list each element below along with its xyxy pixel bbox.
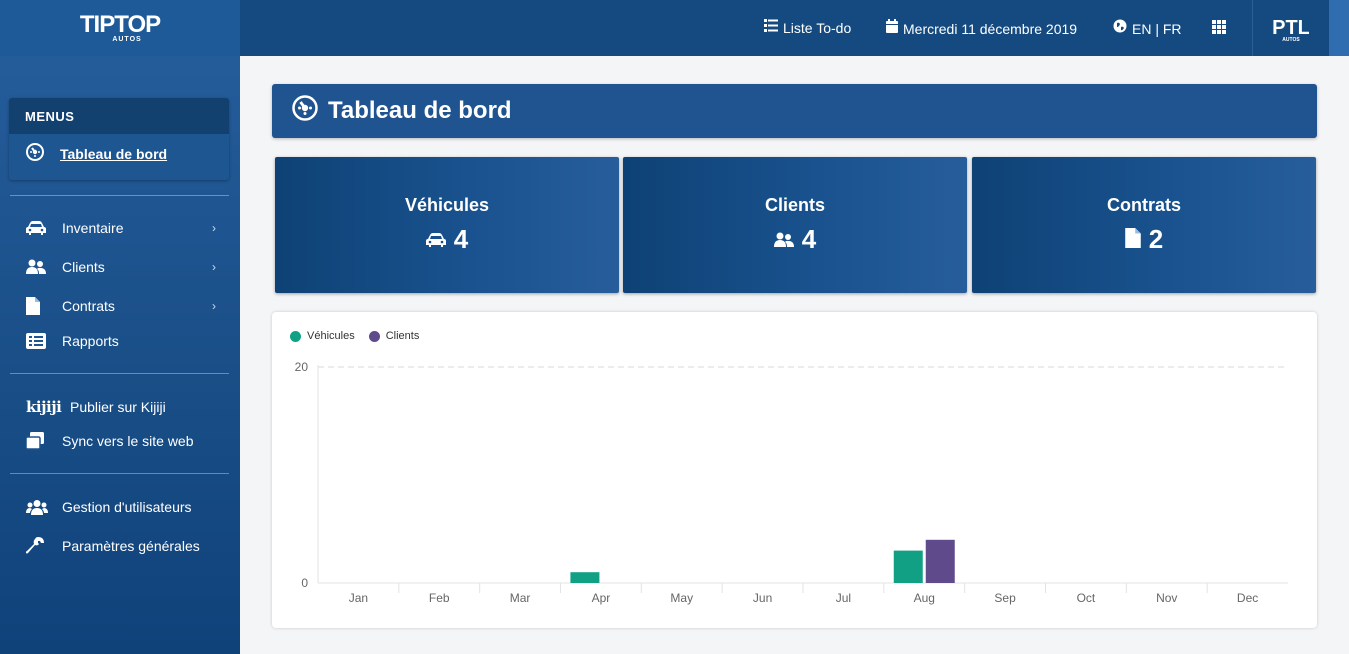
sidebar-item-sync[interactable]: Sync vers le site web xyxy=(26,432,216,450)
stat-card-value: 4 xyxy=(453,224,469,254)
chart-panel: Véhicules Clients 0 20 Jan Feb Mar Apr May Jun J… xyxy=(272,312,1317,628)
apps-grid-icon[interactable] xyxy=(1212,20,1226,39)
todo-label: Liste To-do xyxy=(783,20,852,36)
sidebar-item-label: Publier sur Kijiji xyxy=(70,399,166,415)
chart-bar xyxy=(570,572,600,583)
wrench-icon xyxy=(26,537,48,555)
stat-card-title: Véhicules xyxy=(404,195,490,215)
car-icon xyxy=(26,219,48,237)
avatar-text: PTL xyxy=(1273,17,1309,39)
x-tick-label: Nov xyxy=(1156,591,1177,605)
divider xyxy=(10,195,229,196)
todo-link[interactable]: Liste To-do xyxy=(764,19,851,37)
sidebar: MENUS Tableau de bord Inventaire › Clien… xyxy=(0,56,240,654)
stat-card-clients[interactable]: Clients 4 xyxy=(623,157,967,293)
sidebar-item-label: Rapports xyxy=(62,333,119,349)
sidebar-item-contrats[interactable]: Contrats › xyxy=(26,297,216,315)
app-logo[interactable]: TIPTOP AUTOS xyxy=(0,0,240,56)
car-icon xyxy=(425,224,446,255)
sidebar-item-label: Clients xyxy=(62,259,105,275)
sidebar-item-users[interactable]: Gestion d'utilisateurs xyxy=(26,498,216,516)
menus-section: MENUS Tableau de bord xyxy=(9,98,229,180)
sidebar-item-label: Sync vers le site web xyxy=(62,433,194,449)
stat-card-value: 2 xyxy=(1148,224,1164,254)
x-tick-label: Sep xyxy=(994,591,1016,605)
language-switcher[interactable]: EN | FR xyxy=(1113,19,1182,38)
stat-card-title: Clients xyxy=(764,195,825,215)
page-title: Tableau de bord xyxy=(328,97,512,124)
stat-card-value: 4 xyxy=(801,224,817,254)
list-icon xyxy=(764,19,778,37)
sidebar-item-clients[interactable]: Clients › xyxy=(26,258,216,276)
sync-icon xyxy=(26,432,48,450)
bar-chart: 0 20 Jan Feb Mar Apr May Jun Jul Aug Sep Oct Nov Dec xyxy=(295,360,1288,605)
sidebar-item-kijiji[interactable]: kijiji Publier sur Kijiji xyxy=(26,398,216,416)
x-tick-label: Aug xyxy=(914,591,935,605)
date-display: Mercredi 11 décembre 2019 xyxy=(886,19,1077,38)
dashboard-icon xyxy=(292,94,318,128)
logo-text: TIPTOP xyxy=(79,10,161,38)
sidebar-item-rapports[interactable]: Rapports xyxy=(26,332,216,350)
x-tick-label: Apr xyxy=(592,591,611,605)
users-group-icon xyxy=(26,498,48,516)
users-icon xyxy=(773,224,794,255)
top-bar-edge xyxy=(1329,0,1349,56)
stat-card-title: Contrats xyxy=(1106,195,1181,215)
logo-subtext: AUTOS xyxy=(112,35,142,43)
chart-bar xyxy=(893,550,923,583)
sidebar-item-settings[interactable]: Paramètres générales xyxy=(26,537,216,555)
chart-bar xyxy=(925,539,955,583)
users-icon xyxy=(26,258,48,276)
sidebar-item-label: Gestion d'utilisateurs xyxy=(62,499,192,515)
kijiji-icon: kijiji xyxy=(26,398,62,416)
chevron-right-icon: › xyxy=(212,260,216,274)
file-icon xyxy=(26,297,48,315)
calendar-icon xyxy=(886,19,898,38)
kijiji-logo-text: kijiji xyxy=(26,398,62,416)
sidebar-item-inventaire[interactable]: Inventaire › xyxy=(26,219,216,237)
dashboard-icon xyxy=(26,143,44,164)
sidebar-item-label: Inventaire xyxy=(62,220,124,236)
page-title-bar: Tableau de bord xyxy=(272,84,1317,138)
x-tick-label: Jan xyxy=(349,591,368,605)
chevron-right-icon: › xyxy=(212,221,216,235)
chevron-right-icon: › xyxy=(212,299,216,313)
stat-card-vehicles[interactable]: Véhicules 4 xyxy=(275,157,619,293)
x-tick-label: Jul xyxy=(836,591,851,605)
stat-card-contracts[interactable]: Contrats 2 xyxy=(972,157,1316,293)
x-tick-label: May xyxy=(670,591,693,605)
date-label: Mercredi 11 décembre 2019 xyxy=(903,20,1078,37)
sidebar-item-label: Contrats xyxy=(62,298,115,314)
file-icon xyxy=(1124,224,1141,255)
sidebar-item-label: Paramètres générales xyxy=(62,538,200,554)
svg-text:AUTOS: AUTOS xyxy=(1282,37,1300,43)
user-avatar[interactable]: PTL AUTOS xyxy=(1252,0,1328,56)
language-label: EN | FR xyxy=(1132,20,1182,37)
x-tick-label: Mar xyxy=(510,591,531,605)
sidebar-item-label: Tableau de bord xyxy=(60,145,168,162)
divider xyxy=(10,373,229,374)
globe-icon xyxy=(1113,19,1127,38)
sidebar-item-dashboard[interactable]: Tableau de bord xyxy=(9,134,229,173)
x-tick-label: Oct xyxy=(1077,591,1096,605)
y-tick-label: 20 xyxy=(295,360,309,374)
menus-header: MENUS xyxy=(9,98,229,134)
x-tick-label: Jun xyxy=(753,591,772,605)
x-tick-label: Feb xyxy=(429,591,450,605)
y-tick-label: 0 xyxy=(301,576,308,590)
divider xyxy=(10,473,229,474)
list-icon xyxy=(26,332,48,350)
x-tick-label: Dec xyxy=(1237,591,1258,605)
